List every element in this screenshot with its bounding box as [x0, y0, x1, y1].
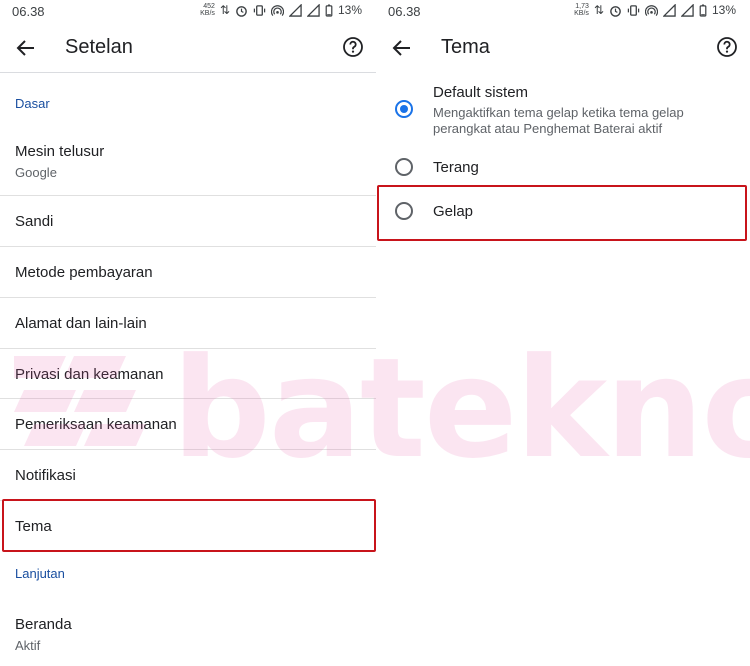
alarm-icon — [236, 5, 247, 17]
setting-title: Mesin telusur — [15, 143, 105, 160]
status-bar: 06.38 1,73 KB/s ⇅ 13% — [376, 0, 750, 24]
theme-option-dark[interactable]: Gelap — [376, 199, 750, 225]
back-arrow-icon[interactable] — [14, 36, 38, 60]
setting-item-homepage[interactable]: Beranda Aktif — [0, 598, 376, 666]
radio-unchecked-icon[interactable] — [395, 202, 413, 220]
setting-item-notifications[interactable]: Notifikasi — [0, 450, 376, 501]
hotspot-icon — [644, 4, 658, 16]
status-time: 06.38 — [12, 4, 45, 19]
setting-item-passwords[interactable]: Sandi — [0, 196, 376, 247]
signal-icon — [662, 3, 676, 17]
setting-title: Privasi dan keamanan — [15, 366, 164, 383]
battery-percent: 13% — [337, 3, 362, 17]
alarm-icon — [610, 5, 621, 17]
data-transfer-icon: ⇅ — [219, 3, 230, 17]
setting-title: Pemeriksaan keamanan — [15, 416, 177, 433]
option-label: Gelap — [433, 203, 474, 220]
theme-screen: 06.38 1,73 KB/s ⇅ 13% Tema Default siste… — [376, 0, 750, 666]
setting-item-theme[interactable]: Tema — [0, 501, 376, 552]
option-description: Mengaktifkan tema gelap ketika tema gela… — [433, 105, 684, 136]
setting-title: Alamat dan lain-lain — [15, 315, 147, 332]
option-label: Terang — [433, 159, 479, 176]
vibrate-icon — [627, 4, 640, 16]
theme-option-light[interactable]: Terang — [376, 155, 750, 181]
page-title: Tema — [441, 36, 490, 58]
network-speed: 1,73 KB/s — [574, 3, 589, 17]
battery-icon — [325, 3, 333, 17]
section-header-lanjutan: Lanjutan — [15, 566, 65, 581]
signal-icon — [306, 3, 320, 17]
page-title: Setelan — [65, 36, 133, 58]
radio-unchecked-icon[interactable] — [395, 158, 413, 176]
hotspot-icon — [270, 4, 284, 16]
signal-icon — [680, 3, 694, 17]
section-header-dasar: Dasar — [15, 96, 50, 111]
option-label: Default sistem — [433, 84, 529, 101]
setting-item-safety-check[interactable]: Pemeriksaan keamanan — [0, 399, 376, 450]
radio-checked-icon[interactable] — [395, 100, 413, 118]
data-transfer-icon: ⇅ — [593, 3, 604, 17]
theme-option-default-system[interactable]: Default sistem Mengaktifkan tema gelap k… — [376, 84, 750, 140]
battery-percent: 13% — [711, 3, 736, 17]
setting-item-addresses[interactable]: Alamat dan lain-lain — [0, 298, 376, 349]
setting-subtitle: Aktif — [15, 638, 41, 653]
setting-item-privacy-security[interactable]: Privasi dan keamanan — [0, 349, 376, 399]
setting-subtitle: Google — [15, 165, 57, 180]
battery-icon — [699, 3, 707, 17]
settings-screen: 06.38 452 KB/s ⇅ 13% Setelan Dasar Mesin… — [0, 0, 376, 666]
setting-item-payment-methods[interactable]: Metode pembayaran — [0, 247, 376, 298]
setting-title: Notifikasi — [15, 467, 76, 484]
setting-item-search-engine[interactable]: Mesin telusur Google — [0, 123, 376, 196]
back-arrow-icon[interactable] — [390, 36, 414, 60]
signal-icon — [288, 3, 302, 17]
network-speed: 452 KB/s — [200, 3, 215, 17]
app-bar: Setelan — [0, 24, 376, 72]
setting-title: Tema — [15, 518, 52, 535]
status-icons: 1,73 KB/s ⇅ 13% — [574, 3, 736, 17]
vibrate-icon — [253, 4, 266, 16]
status-bar: 06.38 452 KB/s ⇅ 13% — [0, 0, 376, 24]
setting-title: Metode pembayaran — [15, 264, 153, 281]
help-icon[interactable] — [716, 36, 738, 58]
status-icons: 452 KB/s ⇅ 13% — [200, 3, 362, 17]
app-bar: Tema — [376, 24, 750, 72]
status-time: 06.38 — [388, 4, 421, 19]
setting-title: Sandi — [15, 213, 54, 230]
help-icon[interactable] — [342, 36, 364, 58]
setting-title: Beranda — [15, 616, 72, 633]
